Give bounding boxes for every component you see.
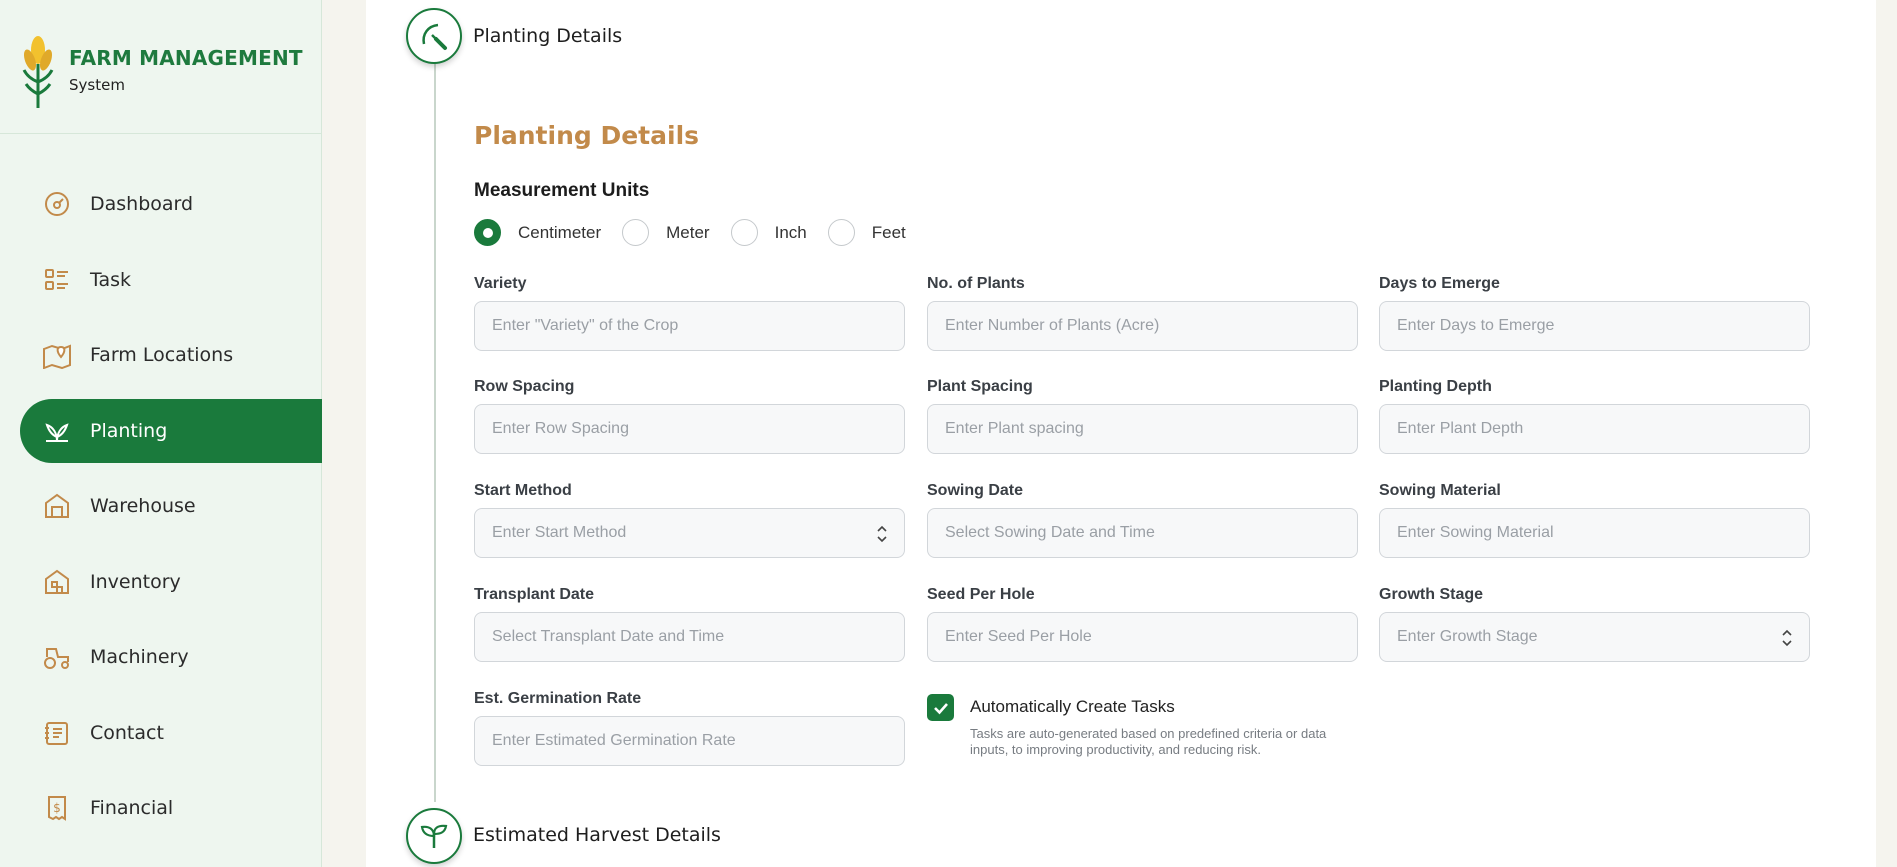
sidebar-item-label: Dashboard (90, 193, 194, 215)
sidebar-item-task[interactable]: Task (20, 248, 322, 312)
sidebar-item-label: Machinery (90, 646, 189, 668)
days-to-emerge-label: Days to Emerge (1379, 275, 1500, 292)
timeline-line (434, 62, 436, 802)
planting-depth-label: Planting Depth (1379, 378, 1492, 395)
plant-sprout-icon (42, 416, 72, 446)
units-title: Measurement Units (474, 180, 650, 201)
sidebar: FARM MANAGEMENT System Dashboard Task Fa… (0, 0, 322, 867)
variety-label: Variety (474, 275, 527, 292)
checkmark-icon (933, 702, 948, 714)
radio-label: Centimeter (518, 222, 602, 242)
harvest-step-title: Estimated Harvest Details (473, 824, 721, 846)
plant-spacing-label: Plant Spacing (927, 378, 1033, 395)
radio-label: Meter (666, 222, 710, 242)
sidebar-item-planting[interactable]: Planting (20, 398, 322, 463)
radio-inch[interactable] (730, 219, 758, 246)
sidebar-item-label: Financial (90, 797, 174, 819)
no-of-plants-label: No. of Plants (927, 275, 1025, 292)
map-pin-icon (42, 340, 72, 370)
planting-step-title: Planting Details (473, 25, 623, 47)
brand-header: FARM MANAGEMENT System (0, 0, 321, 134)
dollar-receipt-icon: $ (42, 793, 72, 823)
no-of-plants-input[interactable]: Enter Number of Plants (Acre) (927, 301, 1358, 351)
sidebar-item-label: Task (90, 268, 132, 291)
harvest-step-marker (406, 808, 462, 864)
sidebar-item-farm-locations[interactable]: Farm Locations (20, 323, 322, 387)
brand-title: FARM MANAGEMENT (69, 46, 303, 70)
planting-depth-input[interactable]: Enter Plant Depth (1379, 404, 1810, 454)
seedling-icon (420, 824, 448, 848)
tractor-icon (42, 642, 72, 672)
sidebar-item-contact[interactable]: Contact (20, 701, 322, 765)
contact-book-icon (42, 718, 72, 748)
germination-rate-label: Est. Germination Rate (474, 690, 642, 707)
transplant-date-label: Transplant Date (474, 586, 595, 603)
plant-spacing-input[interactable]: Enter Plant spacing (927, 404, 1358, 454)
measurement-units-radio-group: Centimeter Meter Inch Feet (474, 219, 927, 246)
radio-feet[interactable] (827, 219, 855, 246)
wheat-logo-icon (22, 36, 54, 108)
growth-stage-placeholder: Enter Growth Stage (1397, 628, 1538, 645)
sowing-date-input[interactable]: Select Sowing Date and Time (927, 508, 1358, 558)
section-title: Planting Details (474, 121, 700, 150)
germination-rate-input[interactable]: Enter Estimated Germination Rate (474, 716, 905, 766)
planting-step-marker (406, 8, 462, 64)
dashboard-gauge-icon (42, 189, 72, 219)
chevron-up-down-icon (877, 525, 887, 543)
radio-label: Inch (774, 222, 807, 242)
radio-meter[interactable] (622, 219, 650, 246)
svg-text:$: $ (53, 801, 61, 815)
sidebar-item-warehouse[interactable]: Warehouse (20, 474, 322, 538)
sidebar-item-label: Contact (90, 721, 164, 744)
row-spacing-input[interactable]: Enter Row Spacing (474, 404, 905, 454)
sidebar-nav: Dashboard Task Farm Locations Planting W… (0, 172, 322, 852)
sidebar-item-inventory[interactable]: Inventory (20, 550, 322, 614)
transplant-date-input[interactable]: Select Transplant Date and Time (474, 612, 905, 662)
radio-label: Feet (871, 222, 906, 242)
brand-subtitle: System (69, 76, 125, 94)
row-spacing-label: Row Spacing (474, 378, 575, 395)
sidebar-item-financial[interactable]: $ Financial (20, 776, 322, 840)
sowing-material-input[interactable]: Enter Sowing Material (1379, 508, 1810, 558)
days-to-emerge-input[interactable]: Enter Days to Emerge (1379, 301, 1810, 351)
chevron-up-down-icon (1782, 629, 1792, 647)
inventory-icon (42, 567, 72, 597)
sidebar-item-label: Farm Locations (90, 344, 234, 366)
task-list-icon (42, 265, 72, 295)
sidebar-item-label: Planting (90, 419, 168, 442)
growth-stage-label: Growth Stage (1379, 586, 1484, 603)
sowing-date-label: Sowing Date (927, 482, 1024, 499)
sidebar-item-dashboard[interactable]: Dashboard (20, 172, 322, 236)
sowing-material-label: Sowing Material (1379, 482, 1501, 499)
variety-input[interactable]: Enter "Variety" of the Crop (474, 301, 905, 351)
seed-per-hole-input[interactable]: Enter Seed Per Hole (927, 612, 1358, 662)
sidebar-item-label: Warehouse (90, 495, 196, 517)
trowel-icon (422, 23, 447, 50)
start-method-select[interactable]: Enter Start Method (474, 508, 905, 558)
auto-create-tasks-label: Automatically Create Tasks (970, 697, 1175, 716)
sidebar-item-label: Inventory (90, 570, 181, 593)
auto-create-tasks-description: Tasks are auto-generated based on predef… (970, 726, 1327, 757)
seed-per-hole-label: Seed Per Hole (927, 586, 1035, 603)
page-gutter (1876, 0, 1897, 867)
auto-create-tasks-checkbox[interactable] (927, 694, 954, 721)
radio-centimeter[interactable] (474, 219, 501, 246)
sidebar-item-machinery[interactable]: Machinery (20, 625, 322, 689)
start-method-placeholder: Enter Start Method (492, 524, 627, 541)
warehouse-icon (42, 491, 72, 521)
growth-stage-select[interactable]: Enter Growth Stage (1379, 612, 1810, 662)
start-method-label: Start Method (474, 482, 572, 499)
